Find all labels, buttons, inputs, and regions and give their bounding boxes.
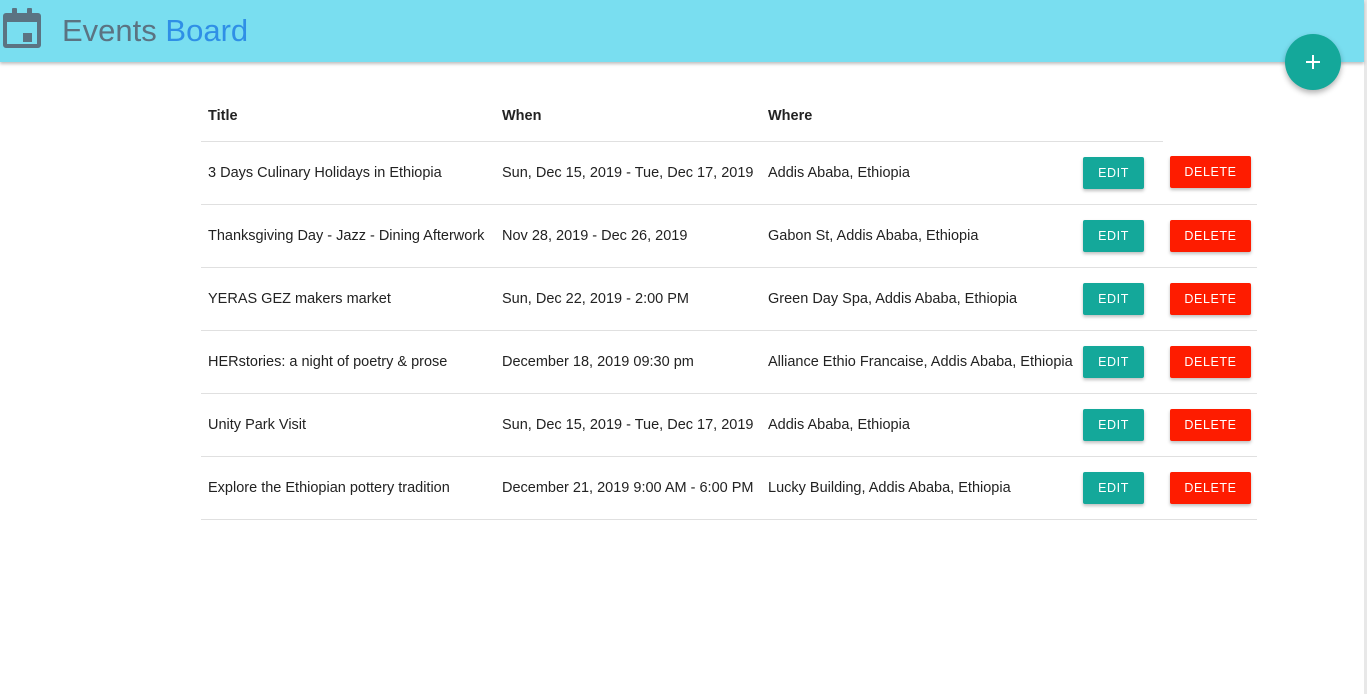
events-table: Title When Where 3 Days Culinary Holiday…: [201, 92, 1257, 520]
delete-button[interactable]: DELETE: [1170, 408, 1251, 441]
edit-button[interactable]: EDIT: [1083, 219, 1144, 252]
event-when: Sun, Dec 15, 2019 - Tue, Dec 17, 2019: [502, 416, 754, 433]
table-header-row: Title When Where: [201, 92, 1257, 142]
event-title: HERstories: a night of poetry & prose: [208, 353, 448, 370]
event-where: Addis Ababa, Ethiopia: [768, 164, 910, 181]
table-row: YERAS GEZ makers market Sun, Dec 22, 201…: [201, 267, 1257, 330]
column-header-when: When: [495, 92, 761, 142]
edit-button[interactable]: EDIT: [1083, 282, 1144, 315]
event-title: Unity Park Visit: [208, 416, 307, 433]
edit-button[interactable]: EDIT: [1083, 471, 1144, 504]
column-header-edit: [1081, 92, 1163, 142]
delete-button[interactable]: DELETE: [1170, 282, 1251, 315]
event-when: Sun, Dec 15, 2019 - Tue, Dec 17, 2019: [502, 164, 754, 181]
delete-button[interactable]: DELETE: [1170, 345, 1251, 378]
app-title-events: Events: [62, 13, 157, 48]
table-row: Thanksgiving Day - Jazz - Dining Afterwo…: [201, 204, 1257, 267]
plus-icon: [1306, 55, 1320, 69]
event-when: December 18, 2019 09:30 pm: [502, 353, 694, 370]
app-bar: Events Board: [0, 0, 1364, 62]
event-where: Lucky Building, Addis Ababa, Ethiopia: [768, 479, 1011, 496]
column-header-delete: [1163, 92, 1257, 141]
table-row: 3 Days Culinary Holidays in Ethiopia Sun…: [201, 141, 1257, 204]
delete-button[interactable]: DELETE: [1170, 156, 1251, 189]
table-row: Unity Park Visit Sun, Dec 15, 2019 - Tue…: [201, 393, 1257, 456]
event-where: Alliance Ethio Francaise, Addis Ababa, E…: [768, 353, 1073, 370]
table-row: HERstories: a night of poetry & prose De…: [201, 330, 1257, 393]
app-title: Events Board: [62, 13, 248, 49]
column-header-where: Where: [761, 92, 1081, 142]
event-where: Gabon St, Addis Ababa, Ethiopia: [768, 227, 979, 244]
app-title-board: Board: [165, 13, 249, 48]
event-title: Explore the Ethiopian pottery tradition: [208, 479, 450, 496]
column-header-title: Title: [201, 92, 495, 142]
event-title: YERAS GEZ makers market: [208, 290, 391, 307]
add-event-button[interactable]: [1285, 34, 1341, 90]
delete-button[interactable]: DELETE: [1170, 219, 1251, 252]
edit-button[interactable]: EDIT: [1083, 156, 1144, 189]
calendar-icon: [3, 8, 41, 48]
event-title: Thanksgiving Day - Jazz - Dining Afterwo…: [208, 227, 485, 244]
edit-button[interactable]: EDIT: [1083, 408, 1144, 441]
event-title: 3 Days Culinary Holidays in Ethiopia: [208, 164, 442, 181]
delete-button[interactable]: DELETE: [1170, 471, 1251, 504]
event-where: Green Day Spa, Addis Ababa, Ethiopia: [768, 290, 1018, 307]
event-when: December 21, 2019 9:00 AM - 6:00 PM: [502, 479, 754, 496]
table-row: Explore the Ethiopian pottery tradition …: [201, 456, 1257, 519]
edit-button[interactable]: EDIT: [1083, 345, 1144, 378]
event-when: Nov 28, 2019 - Dec 26, 2019: [502, 227, 688, 244]
event-when: Sun, Dec 22, 2019 - 2:00 PM: [502, 290, 689, 307]
event-where: Addis Ababa, Ethiopia: [768, 416, 910, 433]
